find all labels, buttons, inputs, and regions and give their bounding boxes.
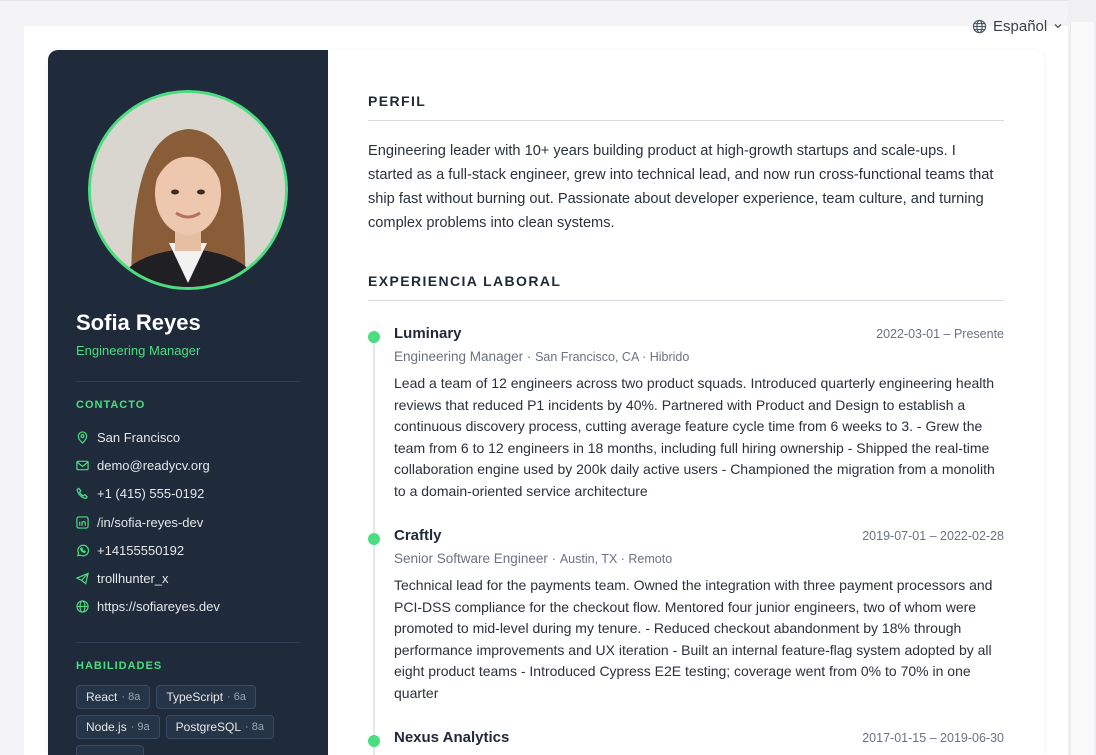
skill-level: 6a [233,691,247,703]
contact-linkedin-text[interactable]: /in/sofia-reyes-dev [97,515,203,530]
contact-list: San Francisco demo@readycv.org +1 (415) … [76,423,306,621]
phone-icon [76,487,89,500]
skill-name: TypeScript [166,690,224,704]
language-label: Español [993,17,1048,35]
contact-phone[interactable]: +1 (415) 555-0192 [76,480,306,508]
timeline-dot [368,331,380,343]
skill-chip: TypeScript · 6a [156,685,257,709]
job-description: Technical lead for the payments team. Ow… [394,577,993,701]
profile-heading: PERFIL [368,93,427,109]
scrollbar[interactable] [1068,0,1096,755]
sidebar-divider [76,381,300,382]
location-pin-icon [76,430,89,444]
job-dates: 2019-07-01 – 2022-02-28 [862,529,1004,543]
timeline-dot [368,533,380,545]
contact-website[interactable]: https://sofiareyes.dev [76,593,306,621]
browser-top-band [0,0,1096,22]
resume-card: Sofia Reyes Engineering Manager CONTACTO… [48,50,1044,755]
section-divider [368,120,1004,121]
experience-heading: EXPERIENCIA LABORAL [368,273,562,289]
job-location: San Francisco, CA · Hibrido [535,350,690,364]
section-divider [368,300,1004,301]
globe-icon [972,19,987,34]
sidebar: Sofia Reyes Engineering Manager CONTACTO… [48,50,328,755]
skill-name: PostgreSQL [175,720,242,734]
mail-icon [76,459,89,472]
contact-heading: CONTACTO [76,399,146,411]
contact-telegram-text[interactable]: trollhunter_x [97,571,169,586]
contact-email-text[interactable]: demo@readycv.org [97,458,210,473]
chevron-down-icon [1053,21,1063,31]
contact-email[interactable]: demo@readycv.org [76,451,306,479]
skill-chip-partial [76,745,144,755]
job-role: Senior Software Engineer [394,551,548,566]
contact-whatsapp-text[interactable]: +14155550192 [97,543,184,558]
scrollbar-track[interactable] [1070,22,1094,755]
candidate-name: Sofia Reyes [76,310,201,335]
main-content: PERFIL Engineering leader with 10+ years… [368,50,1004,755]
job-description: Lead a team of 12 engineers across two p… [394,375,995,499]
job-meta: Senior Software Engineer · Austin, TX · … [394,551,673,566]
avatar [88,90,288,290]
skill-level: 8a [128,691,141,703]
skill-name: React [86,690,118,704]
language-selector[interactable]: Español [972,15,1063,37]
contact-linkedin[interactable]: /in/sofia-reyes-dev [76,508,306,536]
skills-heading: HABILIDADES [76,660,163,672]
job-company: Nexus Analytics [394,729,510,746]
whatsapp-icon [76,544,89,557]
job-meta: Engineering Manager · San Francisco, CA … [394,349,690,364]
linkedin-icon [76,515,89,529]
skill-chip: Node.js · 9a [76,715,160,739]
contact-website-text[interactable]: https://sofiareyes.dev [97,599,220,614]
contact-whatsapp[interactable]: +14155550192 [76,536,306,564]
job-dates: 2017-01-15 – 2019-06-30 [862,731,1004,745]
job-role: Engineering Manager [394,349,524,364]
telegram-icon [76,572,89,585]
skill-chip: PostgreSQL · 8a [165,715,275,739]
contact-location-text: San Francisco [97,429,181,445]
contact-location: San Francisco [76,423,306,451]
skill-chip: React · 8a [76,685,151,709]
contact-phone-text[interactable]: +1 (415) 555-0192 [97,486,204,501]
skill-level: 9a [137,721,150,733]
skill-level: 8a [251,721,265,733]
job-company: Luminary [394,325,462,342]
timeline-dot [368,735,380,747]
skill-name: Node.js [86,720,127,734]
candidate-title: Engineering Manager [76,343,201,358]
globe-icon [76,600,89,614]
sidebar-divider [76,642,300,643]
job-dates: 2022-03-01 – Presente [876,327,1004,341]
contact-telegram[interactable]: trollhunter_x [76,564,306,592]
job-location: Austin, TX · Remoto [559,552,673,566]
skills-list: React · 8a TypeScript · 6a Node.js · 9a … [76,685,306,755]
job-company: Craftly [394,527,442,544]
profile-text: Engineering leader with 10+ years buildi… [368,143,994,231]
